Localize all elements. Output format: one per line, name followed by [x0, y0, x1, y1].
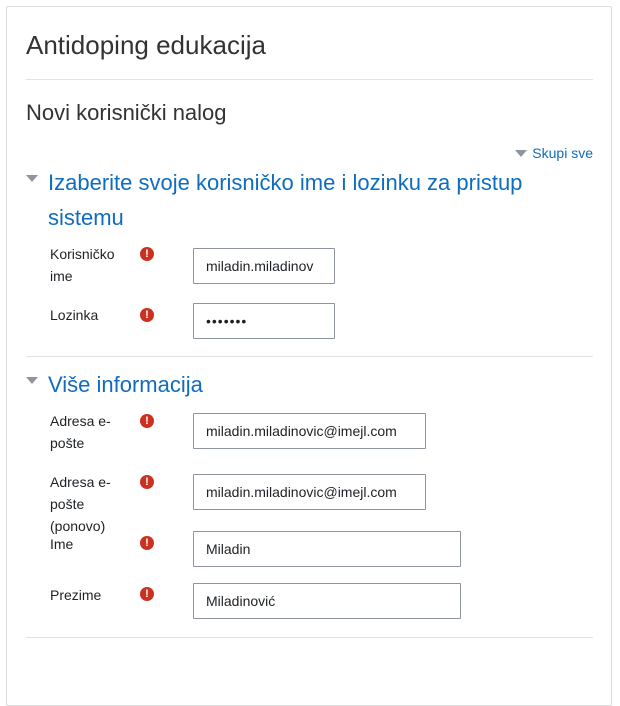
exclamation-circle-icon: ! — [140, 587, 154, 601]
email-confirm-label: Adresa e-pošte (ponovo) — [50, 474, 111, 534]
page-title: Novi korisnički nalog — [26, 100, 227, 125]
caret-down-icon — [26, 175, 38, 182]
divider — [26, 79, 593, 80]
password-input[interactable] — [193, 303, 335, 339]
email-input[interactable] — [193, 413, 426, 449]
exclamation-circle-icon: ! — [140, 414, 154, 428]
password-label: Lozinka — [50, 307, 99, 323]
section-header-more-info[interactable]: Više informacija — [26, 367, 203, 402]
collapse-all-label: Skupi sve — [532, 145, 593, 161]
exclamation-circle-icon: ! — [140, 475, 154, 489]
last-name-input[interactable] — [193, 583, 461, 619]
first-name-label: Ime — [50, 536, 74, 552]
divider — [26, 356, 593, 357]
exclamation-circle-icon: ! — [140, 536, 154, 550]
caret-down-icon — [515, 149, 528, 157]
exclamation-circle-icon: ! — [140, 247, 154, 261]
first-name-input[interactable] — [193, 531, 461, 567]
email-label: Adresa e-pošte — [50, 413, 111, 451]
section-header-credentials[interactable]: Izaberite svoje korisničko ime i lozinku… — [26, 165, 586, 235]
section-title: Izaberite svoje korisničko ime i lozinku… — [48, 170, 523, 230]
divider — [26, 637, 593, 638]
exclamation-circle-icon: ! — [140, 308, 154, 322]
last-name-label: Prezime — [50, 587, 102, 603]
collapse-all-link[interactable]: Skupi sve — [515, 145, 593, 161]
site-title: Antidoping edukacija — [26, 30, 266, 60]
caret-down-icon — [26, 377, 38, 384]
section-title: Više informacija — [48, 372, 203, 397]
username-label: Korisničko ime — [50, 246, 115, 284]
username-input[interactable] — [193, 248, 335, 284]
email-confirm-input[interactable] — [193, 474, 426, 510]
